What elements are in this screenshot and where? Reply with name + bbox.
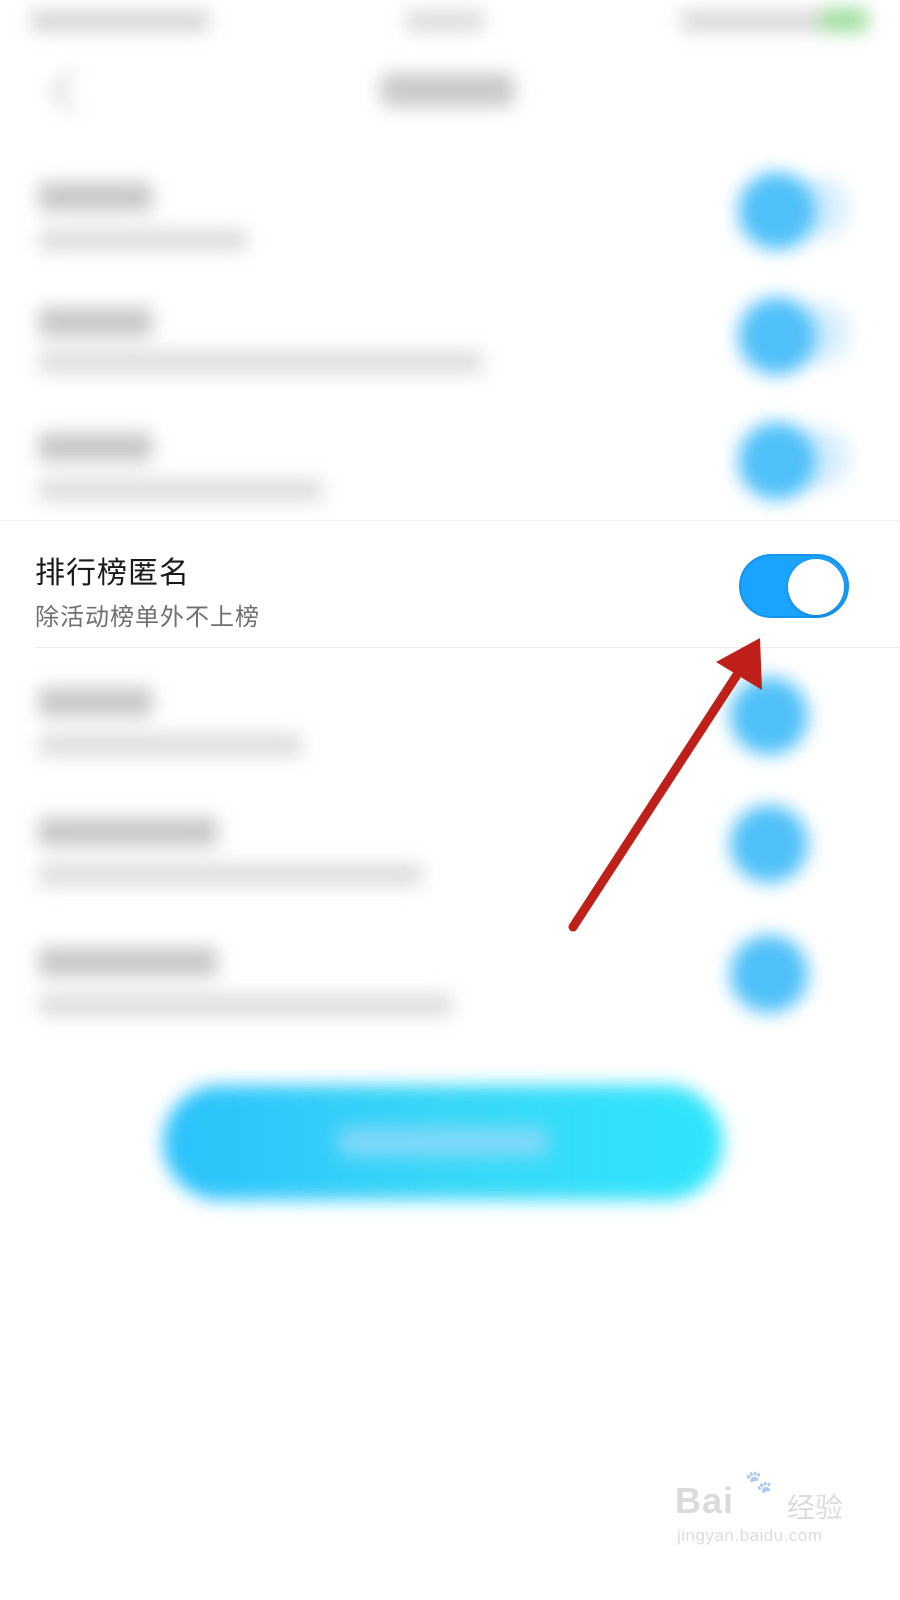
setting-subtitle: 除活动榜单外不上榜 bbox=[35, 603, 260, 631]
setting-row-blurred-4[interactable] bbox=[0, 665, 900, 775]
battery-icon bbox=[820, 8, 868, 32]
setting-row-leaderboard-anonymous[interactable]: 排行榜匿名 除活动榜单外不上榜 bbox=[0, 520, 900, 648]
baidu-jingyan-watermark: Bai 🐾 经验 jingyan.baidu.com bbox=[675, 1470, 845, 1555]
watermark-logo-text: Bai bbox=[675, 1480, 735, 1521]
row-title-blurred bbox=[38, 307, 153, 337]
row-title-blurred bbox=[38, 687, 153, 717]
back-arrow-icon[interactable] bbox=[48, 68, 94, 114]
primary-action-button[interactable] bbox=[163, 1085, 723, 1200]
row-title-blurred bbox=[38, 817, 218, 847]
toggle-blurred[interactable] bbox=[730, 935, 808, 1013]
paw-icon: 🐾 bbox=[745, 1470, 773, 1495]
watermark-brand-text: 经验 bbox=[787, 1491, 844, 1524]
divider bbox=[35, 647, 900, 648]
row-title-blurred bbox=[38, 947, 218, 977]
page-title-blurred bbox=[380, 73, 515, 107]
toggle-blurred[interactable] bbox=[738, 297, 816, 375]
row-subtitle-blurred bbox=[38, 733, 303, 757]
setting-row-blurred-6[interactable] bbox=[0, 925, 900, 1035]
anonymous-toggle-switch[interactable] bbox=[739, 554, 849, 618]
setting-row-blurred-3[interactable] bbox=[0, 410, 900, 520]
row-subtitle-blurred bbox=[38, 993, 453, 1017]
button-label-blurred bbox=[338, 1127, 548, 1157]
divider bbox=[0, 520, 900, 521]
row-subtitle-blurred bbox=[38, 350, 483, 374]
setting-row-blurred-5[interactable] bbox=[0, 795, 900, 905]
setting-row-blurred-1[interactable] bbox=[0, 160, 900, 270]
row-subtitle-blurred bbox=[38, 228, 248, 252]
row-title-blurred bbox=[38, 432, 153, 462]
row-title-blurred bbox=[38, 182, 153, 212]
toggle-blurred[interactable] bbox=[730, 677, 808, 755]
setting-title: 排行榜匿名 bbox=[35, 556, 190, 591]
status-bar bbox=[0, 0, 900, 50]
toggle-blurred[interactable] bbox=[730, 805, 808, 883]
clock-blurred bbox=[405, 10, 485, 32]
row-subtitle-blurred bbox=[38, 478, 323, 502]
toggle-blurred[interactable] bbox=[738, 422, 816, 500]
carrier-text-blurred bbox=[30, 10, 210, 32]
toggle-thumb bbox=[788, 559, 844, 615]
toggle-blurred[interactable] bbox=[738, 172, 816, 250]
nav-bar bbox=[0, 55, 900, 125]
row-subtitle-blurred bbox=[38, 863, 423, 887]
watermark-domain: jingyan.baidu.com bbox=[677, 1526, 823, 1545]
setting-row-blurred-2[interactable] bbox=[0, 285, 900, 395]
